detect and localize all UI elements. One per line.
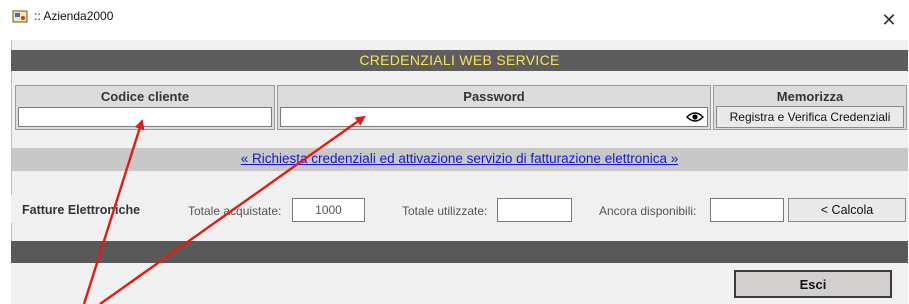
customer-code-input[interactable] xyxy=(18,107,272,127)
divider-bar xyxy=(11,241,908,263)
close-icon[interactable]: ✕ xyxy=(878,9,900,31)
used-total-field[interactable] xyxy=(497,198,572,222)
title-bar xyxy=(0,0,909,40)
used-label: Totale utilizzate: xyxy=(402,204,488,218)
password-input[interactable] xyxy=(280,107,708,127)
remaining-label: Ancora disponibili: xyxy=(599,204,697,218)
register-verify-button[interactable]: Registra e Verifica Credenziali xyxy=(716,106,904,128)
invoices-section-label: Fatture Elettroniche xyxy=(22,203,141,217)
window-title: :: Azienda2000 xyxy=(34,9,114,23)
customer-code-header: Codice cliente xyxy=(100,89,190,104)
store-header: Memorizza xyxy=(776,89,844,104)
app-icon xyxy=(12,10,28,23)
section-banner: CREDENZIALI WEB SERVICE xyxy=(11,50,908,71)
request-credentials-link[interactable]: « Richiesta credenziali ed attivazione s… xyxy=(11,151,908,166)
eye-icon[interactable] xyxy=(686,111,704,123)
calculate-button[interactable]: < Calcola xyxy=(788,198,906,222)
purchased-total-field[interactable] xyxy=(292,198,365,222)
purchased-label: Totale acquistate: xyxy=(188,204,282,218)
exit-button[interactable]: Esci xyxy=(734,270,892,298)
remaining-field[interactable] xyxy=(710,198,784,222)
password-header: Password xyxy=(463,89,525,104)
